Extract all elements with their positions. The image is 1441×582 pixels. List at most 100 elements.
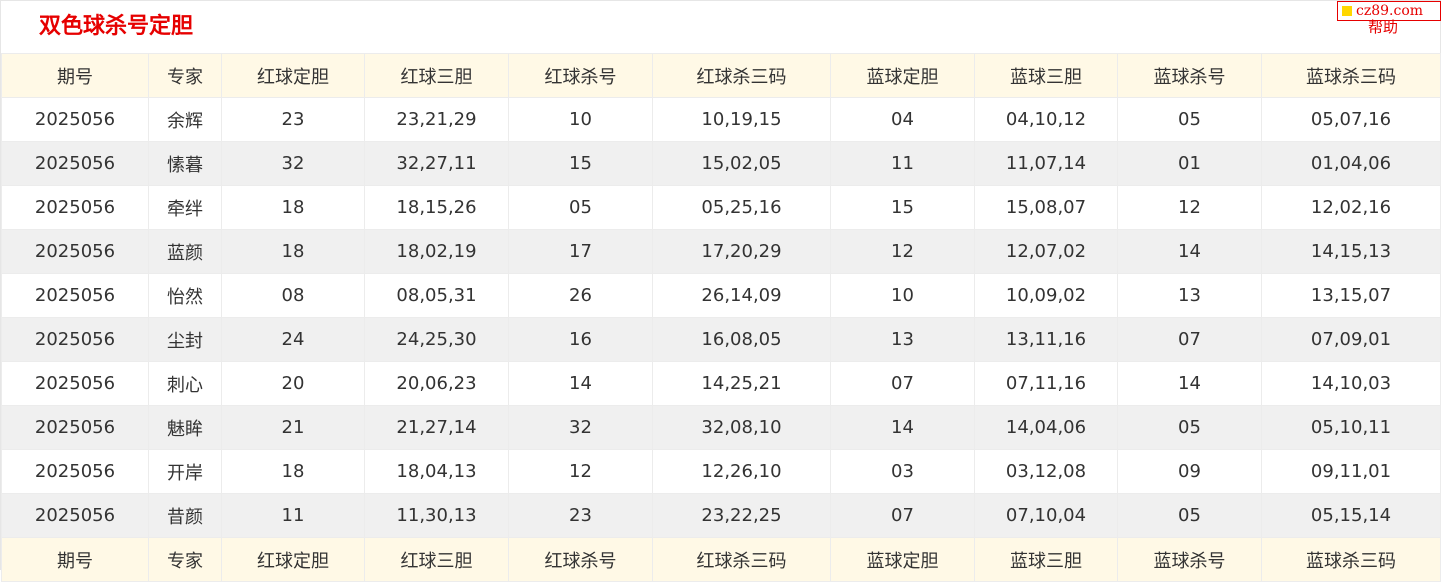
table-cell: 08 [221, 273, 365, 318]
table-cell: 09,11,01 [1261, 449, 1441, 494]
table-cell: 07 [1117, 317, 1262, 362]
table-cell: 蓝颜 [148, 229, 222, 274]
table-cell: 18,15,26 [364, 185, 509, 230]
table-cell: 07,10,04 [974, 493, 1118, 538]
table-cell: 20,06,23 [364, 361, 509, 406]
table-row: 2025056 昔颜 11 11,30,13 23 23,22,25 07 07,10,04 0… [1, 493, 1441, 538]
table-cell: 10 [508, 97, 653, 142]
table-cell: 开岸 [148, 449, 222, 494]
table-cell: 26,14,09 [652, 273, 831, 318]
table-cell: 牵绊 [148, 185, 222, 230]
column-header: 蓝球杀号 [1117, 53, 1262, 98]
table-row: 2025056 怡然 08 08,05,31 26 26,14,09 10 10,09,02 1… [1, 273, 1441, 318]
table-cell: 23 [221, 97, 365, 142]
table-cell: 32,08,10 [652, 405, 831, 450]
column-header: 蓝球杀三码 [1261, 53, 1441, 98]
table-cell: 32 [508, 405, 653, 450]
table-cell: 2025056 [1, 361, 149, 406]
table-cell: 2025056 [1, 449, 149, 494]
table-cell: 05,15,14 [1261, 493, 1441, 538]
table-cell: 2025056 [1, 97, 149, 142]
table-cell: 23,22,25 [652, 493, 831, 538]
table-cell: 23,21,29 [364, 97, 509, 142]
table-cell: 12 [1117, 185, 1262, 230]
table-cell: 05 [1117, 493, 1262, 538]
table-cell: 21 [221, 405, 365, 450]
table-cell: 04,10,12 [974, 97, 1118, 142]
table-cell: 12,26,10 [652, 449, 831, 494]
table-cell: 17,20,29 [652, 229, 831, 274]
table-cell: 11,30,13 [364, 493, 509, 538]
table-cell: 18 [221, 185, 365, 230]
column-header: 蓝球三胆 [974, 53, 1118, 98]
table-cell: 24 [221, 317, 365, 362]
table-cell: 14,15,13 [1261, 229, 1441, 274]
table-row: 2025056 魅眸 21 21,27,14 32 32,08,10 14 14,04,06 0… [1, 405, 1441, 450]
table-cell: 15 [508, 141, 653, 186]
table-cell: 24,25,30 [364, 317, 509, 362]
table-cell: 16,08,05 [652, 317, 831, 362]
column-header: 蓝球杀三码 [1261, 537, 1441, 582]
table-cell: 18 [221, 229, 365, 274]
column-header: 红球定胆 [221, 53, 365, 98]
page-title: 双色球杀号定胆 [39, 14, 194, 39]
table-cell: 07,11,16 [974, 361, 1118, 406]
table-cell: 14,10,03 [1261, 361, 1441, 406]
table-cell: 07 [830, 493, 975, 538]
help-link[interactable]: 帮助 [1368, 18, 1398, 36]
table-cell: 01,04,06 [1261, 141, 1441, 186]
column-header: 期号 [1, 53, 149, 98]
table-cell: 08,05,31 [364, 273, 509, 318]
table-cell: 15,08,07 [974, 185, 1118, 230]
table-cell: 16 [508, 317, 653, 362]
column-header: 专家 [148, 53, 222, 98]
table-cell: 12,02,16 [1261, 185, 1441, 230]
table-cell: 32,27,11 [364, 141, 509, 186]
column-header: 蓝球定胆 [830, 53, 975, 98]
table-cell: 07,09,01 [1261, 317, 1441, 362]
table-cell: 14,25,21 [652, 361, 831, 406]
column-header: 蓝球三胆 [974, 537, 1118, 582]
table-cell: 14 [508, 361, 653, 406]
table-cell: 11 [830, 141, 975, 186]
table-cell: 2025056 [1, 185, 149, 230]
table-row: 2025056 开岸 18 18,04,13 12 12,26,10 03 03,12,08 0… [1, 449, 1441, 494]
table-cell: 魅眸 [148, 405, 222, 450]
table-cell: 14 [830, 405, 975, 450]
table-cell: 愫暮 [148, 141, 222, 186]
table-row: 2025056 愫暮 32 32,27,11 15 15,02,05 11 11,07,14 0… [1, 141, 1441, 186]
column-header: 期号 [1, 537, 149, 582]
table-cell: 20 [221, 361, 365, 406]
column-header: 专家 [148, 537, 222, 582]
column-header: 蓝球定胆 [830, 537, 975, 582]
table-cell: 17 [508, 229, 653, 274]
table-body: 2025056 余辉 23 23,21,29 10 10,19,15 04 04,10,12 0… [1, 97, 1441, 538]
table-cell: 13,15,07 [1261, 273, 1441, 318]
table-cell: 07 [830, 361, 975, 406]
table-cell: 11,07,14 [974, 141, 1118, 186]
table-cell: 03 [830, 449, 975, 494]
column-header: 红球三胆 [364, 53, 509, 98]
column-header: 红球杀三码 [652, 53, 831, 98]
table-cell: 2025056 [1, 493, 149, 538]
table-cell: 18 [221, 449, 365, 494]
table-cell: 05,25,16 [652, 185, 831, 230]
prediction-table: 期号 专家 红球定胆 红球三胆 红球杀号 红球杀三码 蓝球定胆 蓝球三胆 蓝球杀号 蓝球杀三码 2… [1, 53, 1441, 582]
table-cell: 18,04,13 [364, 449, 509, 494]
table-row: 2025056 刺心 20 20,06,23 14 14,25,21 07 07,11,16 1… [1, 361, 1441, 406]
table-row: 2025056 尘封 24 24,25,30 16 16,08,05 13 13,11,16 0… [1, 317, 1441, 362]
yellow-square-icon [1342, 6, 1352, 16]
column-header: 红球杀号 [508, 53, 653, 98]
table-cell: 05,10,11 [1261, 405, 1441, 450]
table-row: 2025056 牵绊 18 18,15,26 05 05,25,16 15 15,08,07 1… [1, 185, 1441, 230]
table-cell: 01 [1117, 141, 1262, 186]
table-cell: 12 [508, 449, 653, 494]
table-cell: 15,02,05 [652, 141, 831, 186]
table-cell: 2025056 [1, 405, 149, 450]
table-cell: 05 [1117, 97, 1262, 142]
table-cell: 2025056 [1, 141, 149, 186]
table-cell: 12,07,02 [974, 229, 1118, 274]
table-cell: 2025056 [1, 317, 149, 362]
table-cell: 2025056 [1, 273, 149, 318]
table-cell: 05,07,16 [1261, 97, 1441, 142]
